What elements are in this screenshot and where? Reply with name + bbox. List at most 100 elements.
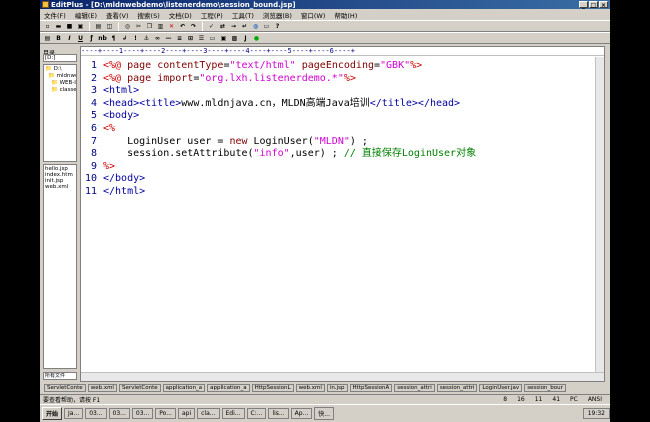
save-all-icon[interactable]: ▣ xyxy=(76,22,85,31)
taskbar-button[interactable]: api xyxy=(177,408,196,419)
italic-icon[interactable]: I xyxy=(65,34,74,43)
form-icon[interactable]: ▭ xyxy=(208,34,217,43)
menu-item[interactable]: 工程(P) xyxy=(201,10,223,20)
copy-icon[interactable]: ❐ xyxy=(145,22,154,31)
find-icon[interactable]: ◎ xyxy=(123,22,132,31)
underline-icon[interactable]: U xyxy=(76,34,85,43)
color-icon[interactable]: ● xyxy=(252,34,261,43)
anchor-icon[interactable]: ⚓ xyxy=(142,34,151,43)
undo-icon[interactable]: ↶ xyxy=(178,22,187,31)
drive-select[interactable]: [D:] xyxy=(43,54,77,62)
nbsp-icon[interactable]: nb xyxy=(98,34,107,43)
code-text: <% xyxy=(103,122,116,134)
title-bar: EditPlus - [D:\mldnwebdemo\listenerdemo\… xyxy=(40,0,610,9)
minimize-button[interactable]: _ xyxy=(579,1,588,9)
font-icon[interactable]: ƒ xyxy=(87,34,96,43)
taskbar-button[interactable]: C:... xyxy=(246,408,267,419)
menu-item[interactable]: 浏览器(B) xyxy=(263,10,292,20)
replace-icon[interactable]: ⇄ xyxy=(218,22,227,31)
html-toolbar: ▤ B I U ƒ nb ¶ ↲ ! ⚓ ∞ — ≡ ⊞ ☰ ▭ ▣ ▩ J ● xyxy=(40,32,610,44)
taskbar-button[interactable]: Ap... xyxy=(290,408,313,419)
open-folder-icon[interactable]: ▬ xyxy=(54,22,63,31)
print-preview-icon[interactable]: ◫ xyxy=(105,22,114,31)
menu-item[interactable]: 工具(T) xyxy=(232,10,254,20)
start-button[interactable]: 开始 xyxy=(42,407,63,420)
menu-item[interactable]: 编辑(E) xyxy=(75,10,97,20)
taskbar-button[interactable]: 03... xyxy=(108,408,130,419)
new-file-icon[interactable]: ▫ xyxy=(43,22,52,31)
document-tab[interactable]: web.xml xyxy=(295,383,325,392)
taskbar-button[interactable]: 03... xyxy=(131,408,154,419)
taskbar-button[interactable]: Edi... xyxy=(221,408,245,419)
link-icon[interactable]: ∞ xyxy=(153,34,162,43)
comment-icon[interactable]: ! xyxy=(131,34,140,43)
document-tab[interactable]: ServletConte xyxy=(44,383,86,392)
tree-folder[interactable]: 📁 mldnwebd xyxy=(45,73,76,80)
code-text: </body> xyxy=(103,173,146,185)
paste-icon[interactable]: ▥ xyxy=(156,22,165,31)
menu-item[interactable]: 文件(F) xyxy=(44,10,66,20)
document-tab[interactable]: HttpSessionL xyxy=(251,383,294,392)
ruler-icon[interactable]: ▭ xyxy=(262,22,271,31)
file-list-item[interactable]: web.xml xyxy=(45,184,75,190)
list-icon[interactable]: ☰ xyxy=(197,34,206,43)
script-icon[interactable]: J xyxy=(241,34,250,43)
break-icon[interactable]: ↲ xyxy=(120,34,129,43)
window-title: EditPlus - [D:\mldnwebdemo\listenerdemo\… xyxy=(51,0,296,9)
horizontal-scrollbar[interactable] xyxy=(81,372,604,381)
file-type-filter[interactable]: 所有文件 xyxy=(43,372,77,380)
image-icon[interactable]: ▩ xyxy=(230,34,239,43)
taskbar-button[interactable]: lis... xyxy=(268,408,289,419)
taskbar-button[interactable]: cla... xyxy=(197,408,220,419)
folder-tree[interactable]: 📁 D:\📁 mldnwebd📁 WEB-IN📁 classe xyxy=(43,64,77,162)
code-area[interactable]: 1 <%@ page contentType="text/html" pageEn… xyxy=(81,57,595,372)
table-icon[interactable]: ⊞ xyxy=(186,34,195,43)
close-button[interactable]: × xyxy=(599,1,608,9)
file-list[interactable]: hello.jsp index.htm init.jsp web.xml xyxy=(43,164,77,369)
taskbar-button[interactable]: Ja... xyxy=(64,408,84,419)
document-tab[interactable]: ServletConte xyxy=(118,383,161,392)
center-icon[interactable]: ≡ xyxy=(175,34,184,43)
redo-icon[interactable]: ↷ xyxy=(189,22,198,31)
document-tab[interactable]: application_a xyxy=(207,383,250,392)
document-tab[interactable]: session_attri xyxy=(436,383,478,392)
html-tag-icon[interactable]: ▤ xyxy=(43,34,52,43)
document-tab[interactable]: session_bour xyxy=(524,383,566,392)
menu-item[interactable]: 文档(D) xyxy=(169,10,192,20)
spell-check-icon[interactable]: ✓ xyxy=(207,22,216,31)
hr-icon[interactable]: — xyxy=(164,34,173,43)
tree-folder[interactable]: 📁 D:\ xyxy=(45,66,75,73)
document-tab[interactable]: HttpSessionA xyxy=(349,383,393,392)
document-tab[interactable]: application_a xyxy=(162,383,206,392)
save-icon[interactable]: ■ xyxy=(65,22,74,31)
tree-folder[interactable]: 📁 classe xyxy=(45,87,76,94)
cut-icon[interactable]: ✂ xyxy=(134,22,143,31)
goto-icon[interactable]: → xyxy=(229,22,238,31)
menu-item[interactable]: 帮助(H) xyxy=(334,10,357,20)
document-tab[interactable]: web.xml xyxy=(87,383,117,392)
code-line: 2 <%@ page import="org.lxh.listenerdemo.*… xyxy=(81,73,595,86)
menu-item[interactable]: 搜索(S) xyxy=(138,10,160,20)
taskbar-button[interactable]: Po... xyxy=(155,408,176,419)
delete-icon[interactable]: ✕ xyxy=(167,22,176,31)
maximize-button[interactable]: □ xyxy=(589,1,598,9)
bold-icon[interactable]: B xyxy=(54,34,63,43)
menu-item[interactable]: 窗口(W) xyxy=(301,10,326,20)
vertical-scrollbar[interactable] xyxy=(595,57,604,372)
code-text: <head><title>www.mldnjava.cn，MLDN高端Java培… xyxy=(103,97,461,109)
tree-folder[interactable]: 📁 WEB-IN xyxy=(45,80,76,87)
word-wrap-icon[interactable]: ↵ xyxy=(240,22,249,31)
taskbar-button[interactable]: 03... xyxy=(85,408,107,419)
input-icon[interactable]: ▣ xyxy=(219,34,228,43)
paragraph-icon[interactable]: ¶ xyxy=(109,34,118,43)
browser-icon[interactable]: ◍ xyxy=(251,22,260,31)
help-icon[interactable]: ? xyxy=(273,22,282,31)
document-tab[interactable]: LoginUser.jav xyxy=(479,383,523,392)
code-editor[interactable]: ----+----1----+----2----+----3----+----4… xyxy=(80,46,605,382)
menu-item[interactable]: 查看(V) xyxy=(106,10,129,20)
line-number: 8 xyxy=(90,148,97,160)
taskbar-button[interactable]: 快... xyxy=(314,407,334,420)
document-tab[interactable]: session_attri xyxy=(394,383,435,392)
print-icon[interactable]: ▤ xyxy=(94,22,103,31)
document-tab[interactable]: in.jsp xyxy=(326,383,348,392)
